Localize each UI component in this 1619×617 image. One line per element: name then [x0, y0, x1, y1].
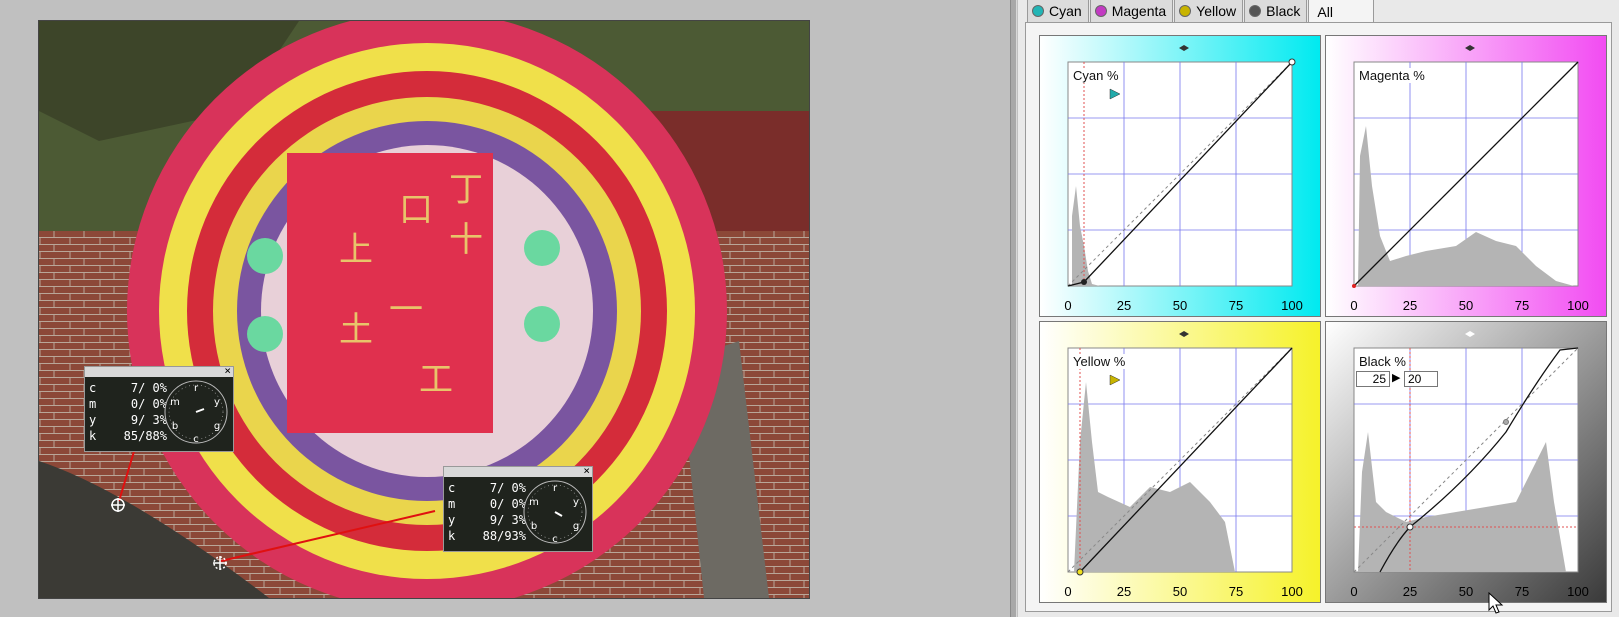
svg-text:c: c — [552, 534, 558, 545]
readout-titlebar[interactable]: × — [85, 364, 233, 377]
svg-text:c: c — [193, 434, 199, 445]
close-icon[interactable]: × — [224, 364, 231, 377]
yellow-axis-ticks: 0 25 50 75 100 — [1064, 584, 1303, 599]
mouse-cursor-icon — [1488, 592, 1504, 614]
svg-text:b: b — [172, 421, 178, 432]
svg-text:十: 十 — [449, 220, 483, 260]
panel-splitter[interactable] — [1010, 0, 1017, 617]
readout-row: m 0/ 0% — [89, 397, 167, 411]
tab-cyan[interactable]: Cyan — [1027, 0, 1089, 23]
magenta-axis-ticks: 0 25 50 75 100 — [1350, 298, 1589, 313]
svg-text:m: m — [170, 397, 180, 408]
svg-text:上: 上 — [339, 230, 373, 270]
readout-row: y 9/ 3% — [89, 413, 167, 427]
tab-yellow[interactable]: Yellow — [1174, 0, 1244, 23]
svg-text:口: 口 — [399, 190, 433, 230]
tab-magenta[interactable]: Magenta — [1089, 0, 1174, 23]
photo-preview[interactable]: 丁 十 口 一 上 土 工 — [38, 20, 810, 599]
readout-row: k 85/88% — [89, 429, 167, 443]
color-wheel-dial: r y g c b m — [523, 480, 587, 545]
color-readout-1[interactable]: × c 7/ 0% m 0/ 0% y 9/ 3% k 85/88% r y g c b… — [84, 364, 234, 452]
color-readout-2[interactable]: × c 7/ 0% m 0/ 0% y 9/ 3% k 88/93% r y g c b… — [443, 464, 593, 552]
svg-text:一: 一 — [389, 290, 423, 330]
tab-all[interactable]: All — [1308, 0, 1374, 23]
readout-row: c 7/ 0% — [448, 481, 526, 495]
black-axis-ticks: 0 25 50 75 100 — [1350, 584, 1589, 599]
yellow-dot-icon — [1179, 5, 1192, 17]
readout-row: y 9/ 3% — [448, 513, 526, 527]
cyan-dot-icon — [1032, 5, 1044, 17]
magenta-dot-icon — [1094, 5, 1107, 17]
readout-row: k 88/93% — [448, 529, 526, 543]
yellow-curve-editor[interactable]: Yellow % 0 25 50 75 100 — [1039, 321, 1321, 603]
black-input-field[interactable]: 25 — [1356, 371, 1390, 387]
svg-text:y: y — [214, 397, 220, 408]
channel-tabs: Cyan Magenta Yellow Black All — [1027, 0, 1375, 23]
cyan-curve-title: Cyan % — [1072, 68, 1120, 83]
magenta-curve-title: Magenta % — [1358, 68, 1426, 83]
color-wheel-dial: r y g c b m — [164, 380, 228, 445]
svg-text:工: 工 — [419, 360, 453, 400]
black-curve-editor[interactable]: Black % 25 ▶ 20 0 25 50 75 100 — [1325, 321, 1607, 603]
svg-text:丁: 丁 — [449, 170, 483, 210]
black-dot-icon — [1249, 5, 1262, 17]
cyan-axis-ticks: 0 25 50 75 100 — [1064, 298, 1303, 313]
black-output-field[interactable]: 20 — [1404, 371, 1438, 387]
black-curve-title: Black % — [1358, 354, 1407, 369]
svg-text:y: y — [573, 497, 579, 508]
close-icon[interactable]: × — [583, 464, 590, 477]
tab-black[interactable]: Black — [1244, 0, 1308, 23]
wreath-photo: 丁 十 口 一 上 土 工 — [39, 21, 809, 598]
svg-text:g: g — [573, 521, 579, 532]
svg-text:m: m — [529, 497, 539, 508]
cyan-curve-editor[interactable]: Cyan % 0 25 50 75 100 — [1039, 35, 1321, 317]
svg-text:g: g — [214, 421, 220, 432]
yellow-curve-title: Yellow % — [1072, 354, 1127, 369]
readout-row: m 0/ 0% — [448, 497, 526, 511]
arrow-right-icon: ▶ — [1392, 372, 1401, 384]
magenta-curve-editor[interactable]: Magenta % 0 25 50 75 100 — [1325, 35, 1607, 317]
svg-text:土: 土 — [339, 310, 373, 350]
svg-text:b: b — [531, 521, 537, 532]
readout-row: c 7/ 0% — [89, 381, 167, 395]
readout-titlebar[interactable]: × — [444, 464, 592, 477]
